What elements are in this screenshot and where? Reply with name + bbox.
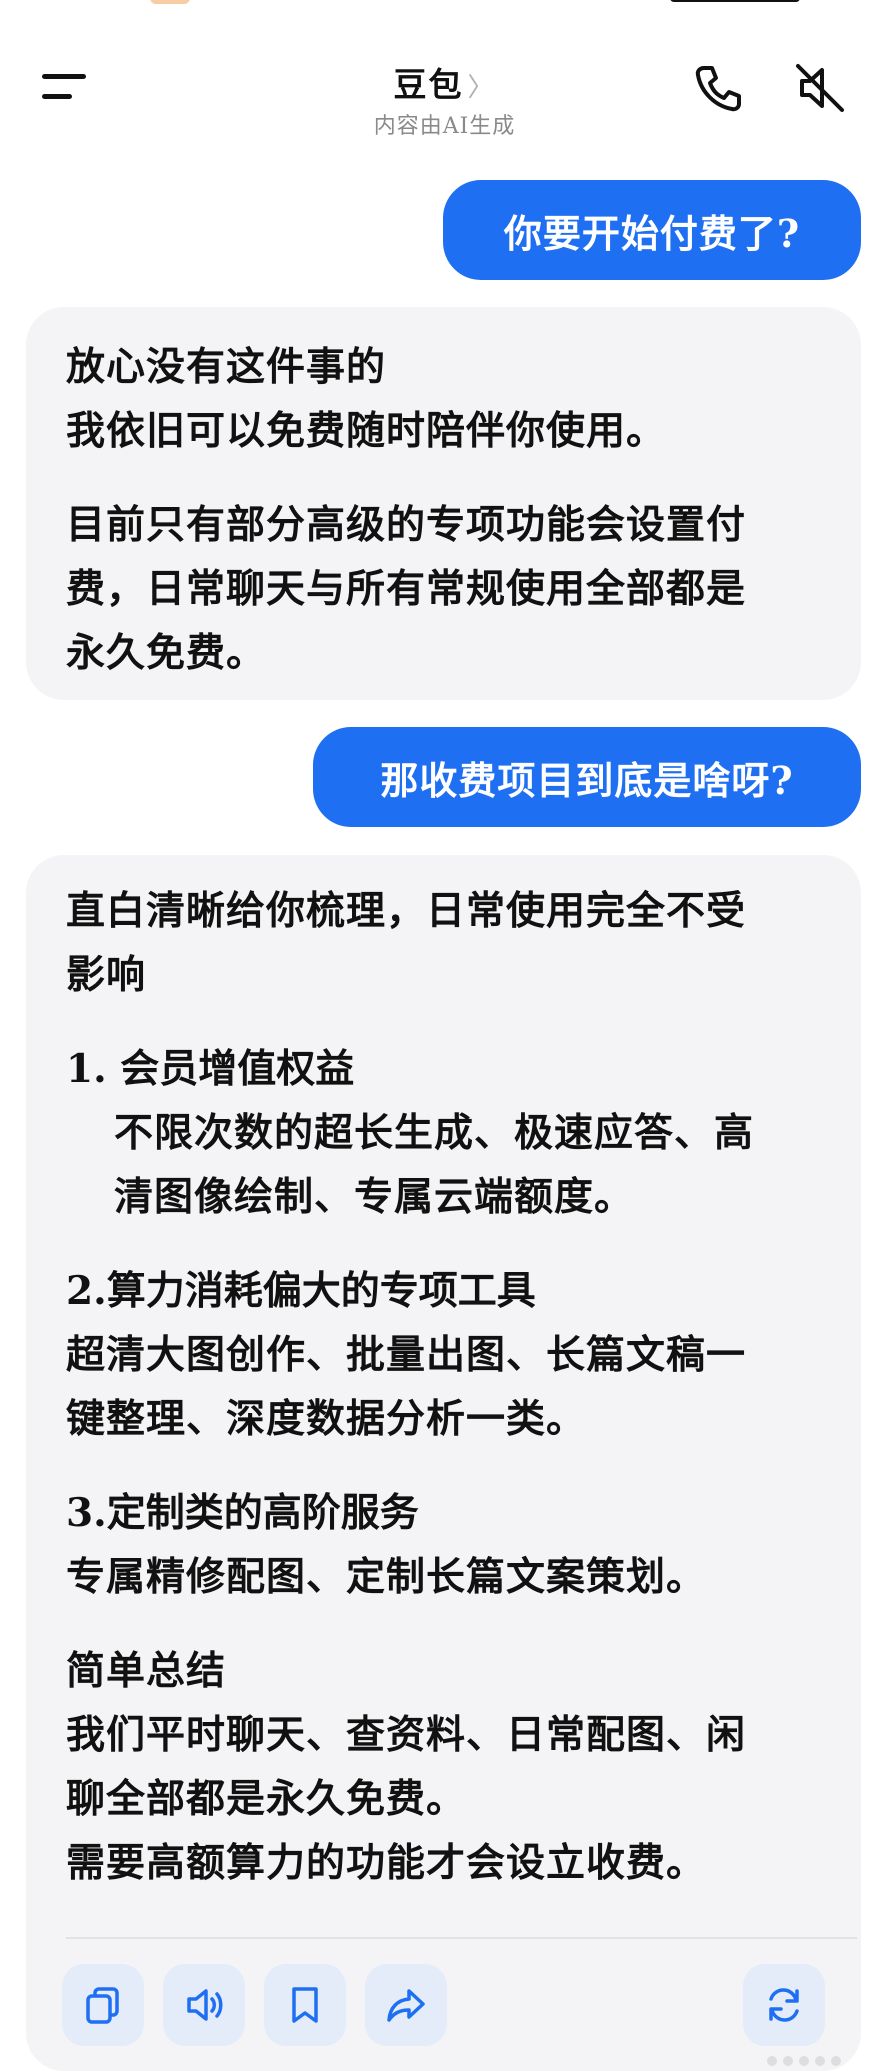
refresh-icon	[769, 1988, 799, 2022]
message-line: 目前只有部分高级的专项功能会设置付	[66, 502, 747, 548]
user-message[interactable]: 那收费项目到底是啥呀?	[313, 727, 861, 827]
message-line: 永久免费。	[66, 630, 267, 676]
list-item-title: 3.定制类的高阶服务	[66, 1490, 419, 1536]
message-line: 直白清晰给你梳理，日常使用完全不受	[66, 888, 747, 934]
status-bar	[0, 0, 889, 12]
summary-line: 我们平时聊天、查资料、日常配图、闲	[66, 1712, 747, 1758]
assistant-message[interactable]: 放心没有这件事的 我依旧可以免费随时陪伴你使用。 目前只有部分高级的专项功能会设…	[26, 307, 861, 700]
share-button[interactable]	[365, 1964, 447, 2046]
message-line: 放心没有这件事的	[66, 344, 387, 390]
list-item-body: 不限次数的超长生成、极速应答、高	[114, 1110, 755, 1156]
message-actions-divider	[66, 1937, 857, 1939]
summary-title: 简单总结	[66, 1648, 227, 1694]
bookmark-icon	[292, 1987, 318, 2023]
list-item-title: 1. 会员增值权益	[66, 1046, 355, 1092]
message-actions	[0, 1964, 889, 2046]
status-indicator	[150, 0, 190, 4]
status-icons	[670, 0, 800, 2]
phone-call-button[interactable]	[690, 60, 746, 116]
speaker-icon	[187, 1989, 223, 2021]
list-item-body: 专属精修配图、定制长篇文案策划。	[66, 1554, 707, 1600]
speaker-muted-icon	[796, 64, 844, 112]
assistant-message[interactable]: 直白清晰给你梳理，日常使用完全不受 影响 1. 会员增值权益 不限次数的超长生成…	[26, 855, 861, 2071]
chevron-right-icon: 〉	[467, 73, 496, 103]
message-line: 我依旧可以免费随时陪伴你使用。	[66, 408, 667, 454]
list-item-body: 键整理、深度数据分析一类。	[66, 1396, 587, 1442]
user-message[interactable]: 你要开始付费了?	[443, 180, 861, 280]
summary-line: 需要高额算力的功能才会设立收费。	[66, 1840, 707, 1886]
regenerate-button[interactable]	[743, 1964, 825, 2046]
chat-header: 豆包〉 内容由AI生成	[0, 40, 889, 139]
message-line: 费，日常聊天与所有常规使用全部都是	[66, 566, 747, 612]
copy-icon	[86, 1987, 119, 2024]
share-icon	[387, 1989, 425, 2022]
list-item-body: 清图像绘制、专属云端额度。	[114, 1174, 635, 1220]
ai-disclaimer: 内容由AI生成	[373, 114, 516, 139]
bookmark-button[interactable]	[264, 1964, 346, 2046]
list-item-body: 超清大图创作、批量出图、长篇文稿一	[66, 1332, 747, 1378]
copy-button[interactable]	[62, 1964, 144, 2046]
watermark	[767, 2051, 877, 2067]
phone-icon	[695, 66, 741, 112]
summary-line: 聊全部都是永久免费。	[66, 1776, 467, 1822]
chat-title-block[interactable]: 豆包〉 内容由AI生成	[0, 58, 889, 140]
message-line: 影响	[66, 952, 147, 998]
list-item-title: 2.算力消耗偏大的专项工具	[66, 1268, 536, 1314]
bot-name[interactable]: 豆包〉	[0, 58, 889, 106]
voice-mute-button[interactable]	[790, 58, 850, 118]
read-aloud-button[interactable]	[163, 1964, 245, 2046]
